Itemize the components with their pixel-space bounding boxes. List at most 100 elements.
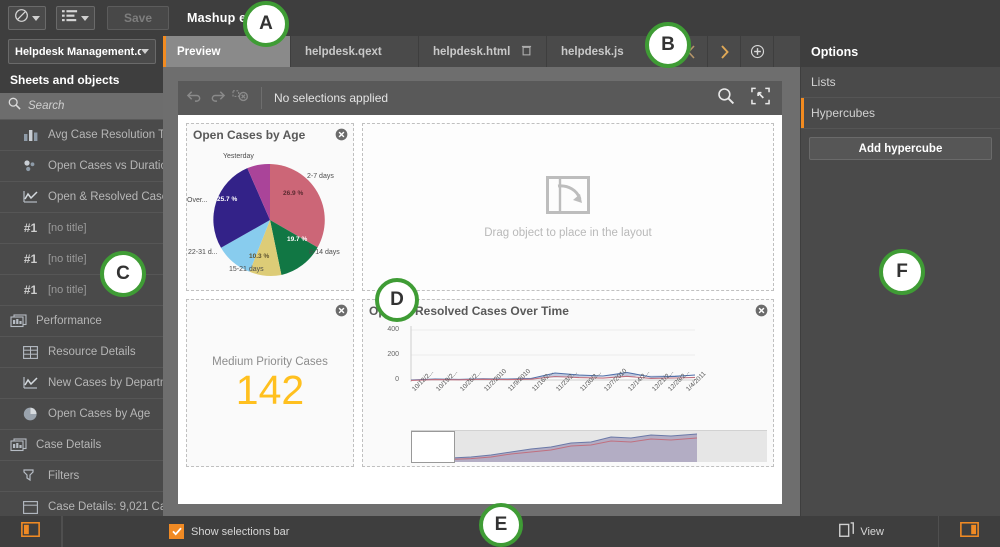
- sidebar-item-label: Open Cases by Age: [48, 408, 150, 420]
- search-input[interactable]: Search: [0, 93, 163, 120]
- selections-status-text: No selections applied: [274, 91, 711, 105]
- sidebar-item-label: Case Details: 9,021 Ca...: [48, 501, 163, 513]
- plus-circle-icon: [750, 44, 765, 59]
- close-icon[interactable]: [755, 304, 768, 317]
- selection-back-icon[interactable]: [186, 88, 203, 108]
- line-chart-plot: 400 200 0: [367, 318, 769, 464]
- scroll-range-handle[interactable]: [411, 431, 455, 463]
- annotation-bubble-c: C: [100, 251, 146, 297]
- sidebar-item-filters[interactable]: Filters: [0, 461, 163, 492]
- add-tab-button[interactable]: [741, 36, 774, 67]
- sidebar-item-new-cases-by-department[interactable]: New Cases by Departm...: [0, 368, 163, 399]
- tab-label: helpdesk.js: [561, 46, 624, 58]
- line-chart-object[interactable]: Open & Resolved Cases Over Time 400 200 …: [362, 299, 774, 467]
- sidebar-title: Sheets and objects: [0, 67, 163, 93]
- sidebar-item-open-cases-vs-duration[interactable]: Open Cases vs Duration: [0, 151, 163, 182]
- mashup-editor-window: Save Mashup editor Helpdesk Management.q…: [0, 0, 1000, 547]
- kpi-object[interactable]: Medium Priority Cases 142: [186, 299, 354, 467]
- sidebar-item-label: Open Cases vs Duration: [48, 160, 163, 172]
- sidebar-item-label: New Cases by Departm...: [48, 377, 163, 389]
- pie-slice-label-2-7-days: 2-7 days: [307, 173, 334, 180]
- annotation-bubble-a: A: [243, 1, 289, 47]
- options-item-hypercubes[interactable]: Hypercubes: [801, 98, 1000, 129]
- drop-placeholder-text: Drag object to place in the layout: [484, 227, 652, 239]
- add-hypercube-button[interactable]: Add hypercube: [809, 137, 992, 160]
- toggle-right-panel-button[interactable]: [938, 516, 1000, 547]
- options-item-label: Lists: [811, 75, 836, 89]
- tab-label: Preview: [177, 46, 220, 58]
- chevron-down-icon: [81, 16, 89, 21]
- bar-chart-icon: [22, 127, 39, 144]
- sheet-layout: Open Cases by Age: [178, 115, 782, 504]
- pie-value-label-over: 25.7 %: [217, 196, 237, 203]
- list-icon: [62, 9, 78, 27]
- selection-expand-icon[interactable]: [751, 87, 770, 110]
- number-one-icon: #1: [22, 282, 39, 299]
- annotation-bubble-d: D: [375, 278, 419, 322]
- pie-slice-label-yesterday: Yesterday: [223, 153, 254, 160]
- sidebar-item-open-resolved-cases[interactable]: Open & Resolved Case...: [0, 182, 163, 213]
- selection-search-icon[interactable]: [717, 87, 735, 110]
- selection-forward-icon[interactable]: [209, 88, 226, 108]
- sidebar-item-open-cases-by-age[interactable]: Open Cases by Age: [0, 399, 163, 430]
- tab-label: helpdesk.qext: [305, 46, 382, 58]
- sidebar-item-avg-case-resolution[interactable]: Avg Case Resolution Ti...: [0, 120, 163, 151]
- sheet-icon: [10, 437, 27, 454]
- number-one-icon: #1: [22, 220, 39, 237]
- annotation-bubble-e: E: [479, 503, 523, 547]
- sidebar-item-performance[interactable]: Performance: [0, 306, 163, 337]
- trash-icon[interactable]: [521, 44, 532, 59]
- sidebar-item-label: Filters: [48, 470, 79, 482]
- tab-label: helpdesk.html: [433, 46, 510, 58]
- pie-slice-label-over: Over...: [187, 197, 208, 204]
- sidebar-item-label: Case Details: [36, 439, 101, 451]
- view-label: View: [860, 526, 884, 538]
- toggle-left-panel-button[interactable]: [0, 516, 62, 547]
- document-selector-value: Helpdesk Management.qv: [15, 46, 141, 58]
- caret-down-icon: [141, 49, 149, 54]
- line-chart-icon: [22, 375, 39, 392]
- sidebar-item-label: Resource Details: [48, 346, 136, 358]
- pie-slice-label-8-14-days: 8-14 days: [309, 249, 340, 256]
- tab-helpdesk-html[interactable]: helpdesk.html: [419, 36, 547, 67]
- options-item-lists[interactable]: Lists: [801, 67, 1000, 98]
- chart-range-scrollbar[interactable]: [411, 430, 767, 462]
- filter-icon: [22, 468, 39, 485]
- pie-chart-plot: Yesterday 2-7 days 8-14 days 15-21 days …: [187, 140, 353, 290]
- drop-placeholder[interactable]: Drag object to place in the layout: [362, 123, 774, 291]
- sidebar-item-label: [no title]: [48, 284, 87, 296]
- view-button[interactable]: View: [839, 522, 884, 542]
- compass-icon: [14, 8, 29, 28]
- sidebar-item-no-title-1[interactable]: #1 [no title]: [0, 213, 163, 244]
- sheet-icon: [10, 313, 27, 330]
- object-list-button[interactable]: [56, 6, 95, 30]
- close-icon[interactable]: [335, 304, 348, 317]
- pie-value-label-2-7-days: 26.9 %: [283, 190, 303, 197]
- preview-area: No selections applied Open Cases by Age: [163, 67, 800, 516]
- drag-object-icon: [546, 176, 590, 219]
- show-selections-bar-checkbox[interactable]: [169, 524, 184, 539]
- save-button[interactable]: Save: [107, 6, 169, 30]
- sidebar-item-resource-details[interactable]: Resource Details: [0, 337, 163, 368]
- pie-slice-label-22-31-days: 22-31 d...: [188, 249, 218, 256]
- sidebar-item-label: Open & Resolved Case...: [48, 191, 163, 203]
- tab-next-button[interactable]: [708, 36, 741, 67]
- pie-value-label-15-21-days: 10.3 %: [249, 253, 269, 260]
- options-title: Options: [801, 36, 1000, 67]
- options-item-label: Hypercubes: [811, 106, 875, 120]
- view-icon: [839, 522, 854, 542]
- navigation-menu-button[interactable]: [8, 6, 46, 30]
- selections-bar-divider: [261, 87, 262, 109]
- object-grid: Open Cases by Age: [186, 123, 774, 467]
- line-chart-icon: [22, 189, 39, 206]
- sidebar-item-case-details-table[interactable]: Case Details: 9,021 Ca...: [0, 492, 163, 516]
- check-icon: [172, 527, 182, 536]
- selections-bar: No selections applied: [178, 81, 782, 115]
- pie-chart-object[interactable]: Open Cases by Age: [186, 123, 354, 291]
- tab-helpdesk-qext[interactable]: helpdesk.qext: [291, 36, 419, 67]
- pie-slice-label-15-21-days: 15-21 days: [229, 266, 264, 273]
- document-selector[interactable]: Helpdesk Management.qv: [8, 39, 156, 64]
- search-placeholder: Search: [28, 100, 64, 112]
- selection-clear-icon[interactable]: [232, 88, 249, 108]
- sidebar-item-case-details-sheet[interactable]: Case Details: [0, 430, 163, 461]
